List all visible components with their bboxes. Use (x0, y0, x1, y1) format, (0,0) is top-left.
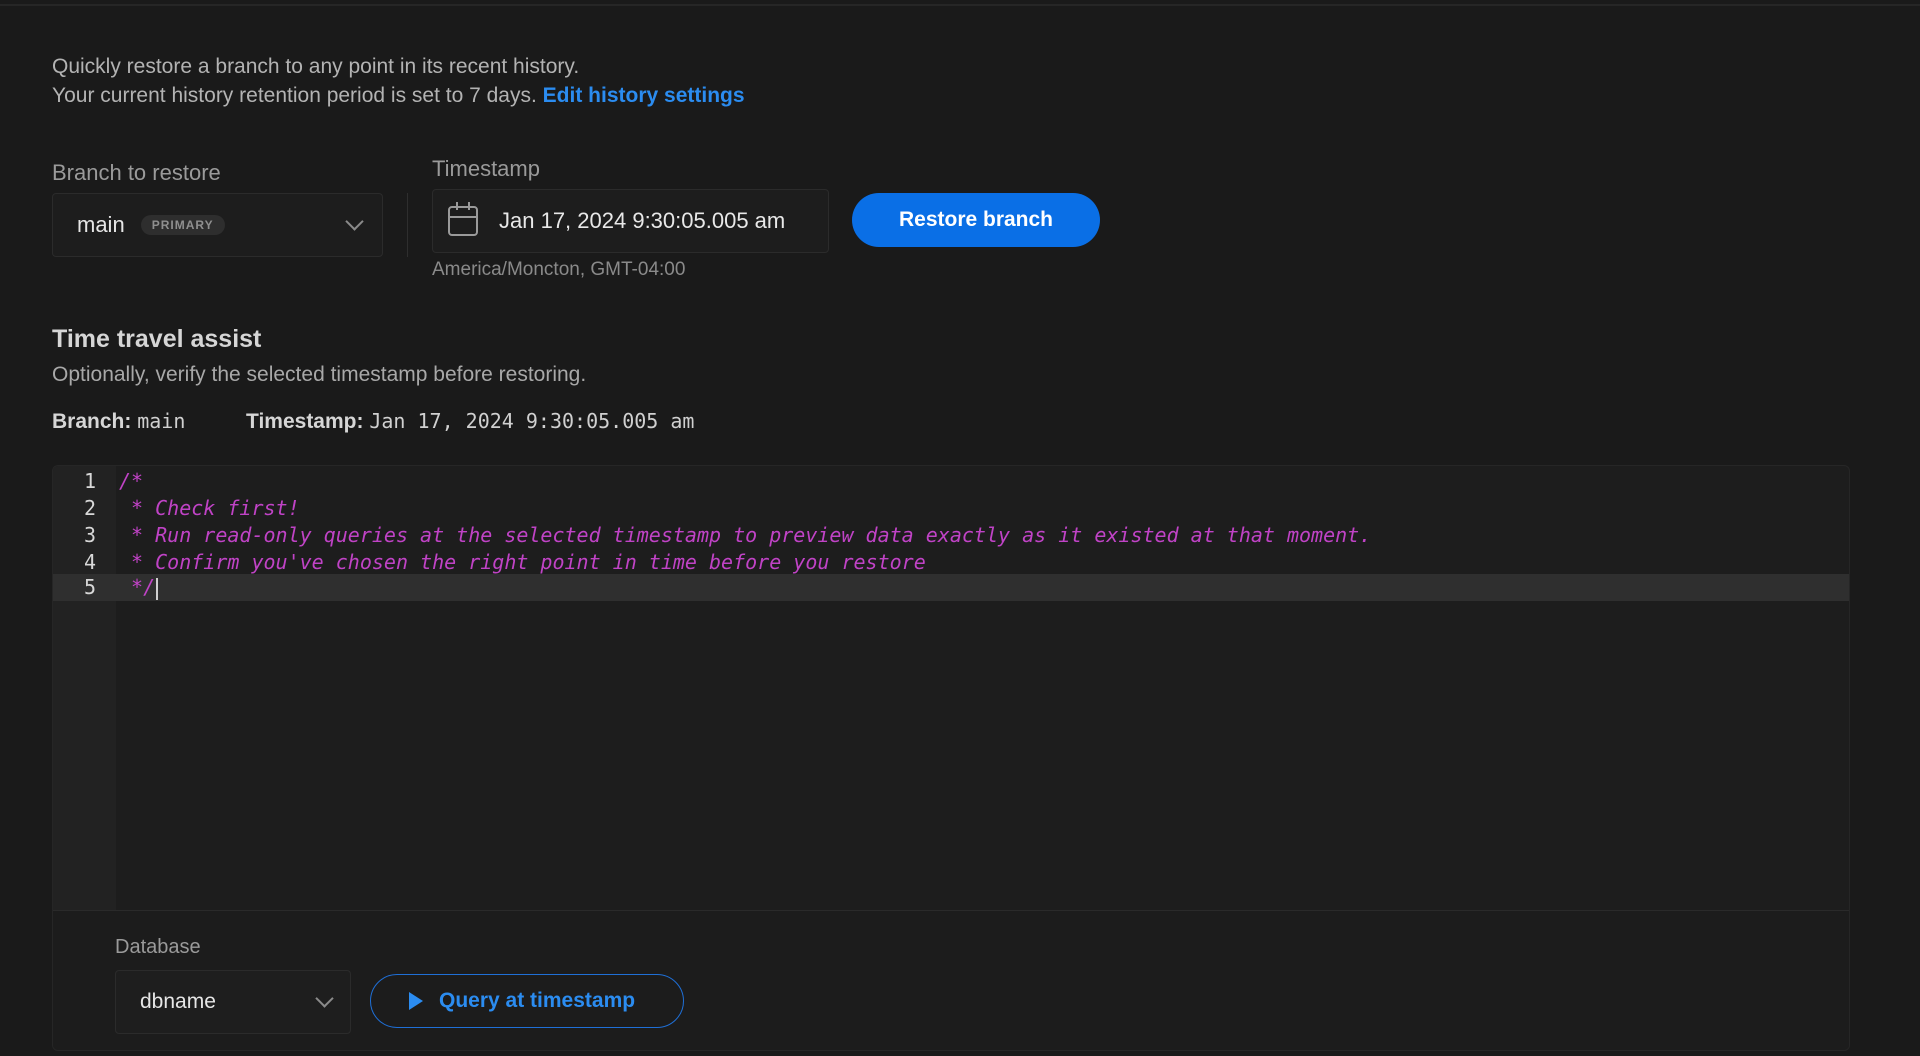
query-at-timestamp-button[interactable]: Query at timestamp (370, 974, 684, 1028)
chevron-down-icon (315, 989, 334, 1008)
edit-history-settings-link[interactable]: Edit history settings (543, 84, 745, 107)
line-number: 4 (83, 550, 96, 574)
code-line[interactable]: 1 /* (53, 468, 1849, 495)
intro-text: Quickly restore a branch to any point in… (52, 52, 745, 110)
timezone-note: America/Moncton, GMT-04:00 (432, 259, 686, 280)
meta-branch-value: main (137, 409, 186, 433)
meta-branch-label: Branch: (52, 410, 132, 433)
calendar-icon[interactable] (448, 202, 478, 236)
chevron-down-icon (345, 212, 364, 231)
branch-to-restore-label: Branch to restore (52, 160, 221, 185)
text-cursor (156, 577, 159, 600)
timestamp-input[interactable]: Jan 17, 2024 9:30:05.005 am (432, 189, 829, 253)
code-line[interactable]: 2 * Check first! (53, 495, 1849, 522)
line-number: 2 (83, 496, 96, 520)
code-line[interactable]: 3 * Run read-only queries at the selecte… (53, 522, 1849, 549)
sql-editor[interactable]: 1 /* 2 * Check first! 3 * Run read-only … (52, 465, 1850, 1051)
time-travel-assist-title: Time travel assist (52, 325, 262, 353)
intro-line-2: Your current history retention period is… (52, 81, 745, 110)
database-select-value: dbname (140, 990, 216, 1013)
top-divider (0, 4, 1920, 6)
meta-timestamp-value: Jan 17, 2024 9:30:05.005 am (369, 409, 695, 433)
intro-line-1: Quickly restore a branch to any point in… (52, 55, 580, 78)
database-select[interactable]: dbname (115, 970, 351, 1034)
code-text: */ (119, 575, 156, 599)
branch-select-value: main (77, 212, 125, 237)
code-line-active[interactable]: 5 */ (53, 574, 1849, 601)
code-text: * Check first! (119, 496, 300, 520)
meta-branch: Branch: main (52, 409, 185, 434)
meta-timestamp-label: Timestamp: (246, 410, 364, 433)
code-text-active: */ (119, 574, 159, 601)
time-travel-assist-subtitle: Optionally, verify the selected timestam… (52, 363, 587, 386)
line-number: 1 (83, 469, 96, 493)
timestamp-label: Timestamp (432, 156, 540, 181)
play-icon (409, 992, 423, 1010)
restore-branch-button[interactable]: Restore branch (852, 193, 1100, 247)
line-number: 5 (83, 575, 96, 599)
database-label: Database (115, 936, 201, 958)
field-separator (407, 193, 408, 257)
retention-text: Your current history retention period is… (52, 84, 537, 107)
primary-badge: PRIMARY (140, 215, 225, 235)
branch-select[interactable]: main PRIMARY (52, 193, 383, 257)
code-text: /* (119, 469, 144, 493)
code-line[interactable]: 4 * Confirm you've chosen the right poin… (53, 549, 1849, 576)
code-text: * Confirm you've chosen the right point … (119, 550, 926, 574)
code-text: * Run read-only queries at the selected … (119, 523, 1372, 547)
meta-timestamp: Timestamp: Jan 17, 2024 9:30:05.005 am (246, 409, 694, 434)
timestamp-input-value: Jan 17, 2024 9:30:05.005 am (499, 208, 786, 233)
query-at-timestamp-label: Query at timestamp (439, 989, 636, 1012)
line-number: 3 (83, 523, 96, 547)
